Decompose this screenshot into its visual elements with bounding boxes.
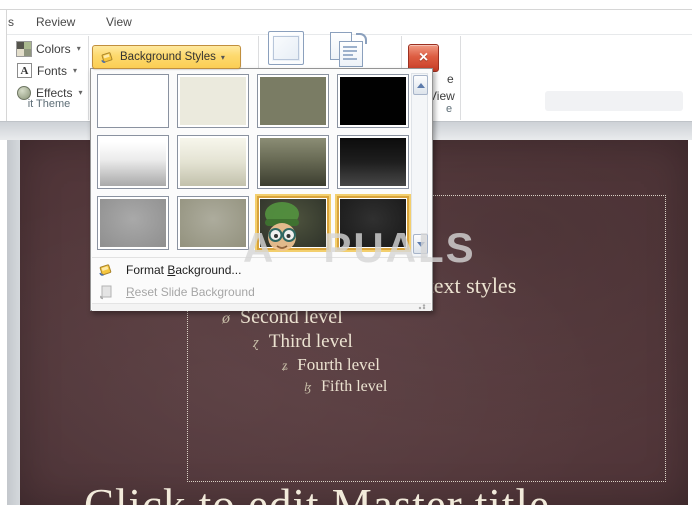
master-title-placeholder[interactable]: Click to edit Master title xyxy=(84,479,550,505)
chevron-down-icon: ▾ xyxy=(78,88,83,97)
powerpoint-slide-master-screen: s Review View Colors ▾ A Fonts ▾ Effects… xyxy=(0,0,692,505)
colors-label: Colors xyxy=(36,41,71,56)
chevron-down-icon: ▾ xyxy=(76,44,81,53)
reset-slide-background-menu-item: Reset Slide Background xyxy=(92,281,431,303)
background-style-swatch[interactable] xyxy=(177,196,249,250)
page-setup-icon[interactable] xyxy=(268,31,304,65)
reset-background-icon xyxy=(100,285,112,300)
level5-text: Fifth level xyxy=(321,378,388,395)
background-style-swatch[interactable] xyxy=(337,74,409,128)
placeholder-text-level4[interactable]: ʑ Fourth level xyxy=(282,355,380,375)
background-style-swatch[interactable] xyxy=(257,135,329,189)
arrow-up-icon xyxy=(416,82,425,88)
tab-partial[interactable]: s xyxy=(8,15,14,29)
page-setup-icon-inner xyxy=(273,36,299,60)
scroll-up-button[interactable] xyxy=(413,75,428,95)
fonts-button[interactable]: A Fonts ▾ xyxy=(13,61,81,80)
front-page-icon xyxy=(339,41,363,67)
edit-theme-group-label: it Theme xyxy=(27,98,71,110)
fonts-label: Fonts xyxy=(37,63,68,78)
paint-bucket-icon xyxy=(101,51,113,63)
chevron-down-icon: ▾ xyxy=(220,52,225,62)
paint-bucket-icon xyxy=(99,264,112,276)
bullet-icon: ø xyxy=(222,310,230,327)
bullet-icon: ɮ xyxy=(304,380,312,394)
slide-orientation-icon[interactable] xyxy=(330,32,368,68)
resize-grip-icon xyxy=(418,304,428,310)
background-style-swatch[interactable] xyxy=(177,135,249,189)
tab-review[interactable]: Review xyxy=(36,15,75,29)
level3-text: Third level xyxy=(268,331,353,352)
reset-slide-background-label: Reset Slide Background xyxy=(126,285,255,299)
close-group-label-fragment: e xyxy=(446,103,453,115)
editor-left-gutter xyxy=(7,140,20,505)
bullet-icon: ɀ xyxy=(253,334,259,351)
background-style-swatch[interactable] xyxy=(97,196,169,250)
background-style-swatch[interactable] xyxy=(337,135,409,189)
close-master-view-label-fragment: e xyxy=(447,72,454,86)
colors-icon xyxy=(16,40,32,57)
background-style-swatch[interactable] xyxy=(97,74,169,128)
tab-view[interactable]: View xyxy=(106,15,132,29)
background-styles-label: Background Styles xyxy=(120,51,216,63)
appuals-mascot-icon xyxy=(265,202,299,251)
fonts-icon: A xyxy=(17,63,32,78)
placeholder-text-level5[interactable]: ɮ Fifth level xyxy=(304,378,387,396)
group-separator xyxy=(88,36,89,120)
group-separator xyxy=(460,36,461,120)
background-styles-button[interactable]: Background Styles ▾ xyxy=(92,45,241,69)
chevron-down-icon: ▾ xyxy=(73,66,78,75)
background-style-swatch[interactable] xyxy=(177,74,249,128)
bullet-icon: ʑ xyxy=(282,358,288,373)
watermark-text-right: PUALS xyxy=(323,224,476,271)
format-background-label: Format Background... xyxy=(126,263,242,277)
ribbon-empty-panel xyxy=(545,91,683,111)
background-style-swatch[interactable] xyxy=(257,74,329,128)
menu-resize-bar[interactable] xyxy=(92,303,431,311)
colors-button[interactable]: Colors ▾ xyxy=(13,39,85,58)
background-styles-menu: Format Background... Reset Slide Backgro… xyxy=(90,68,433,311)
placeholder-text-level3[interactable]: ɀ Third level xyxy=(253,331,353,353)
background-style-swatch[interactable] xyxy=(97,135,169,189)
level4-text: Fourth level xyxy=(297,355,380,374)
